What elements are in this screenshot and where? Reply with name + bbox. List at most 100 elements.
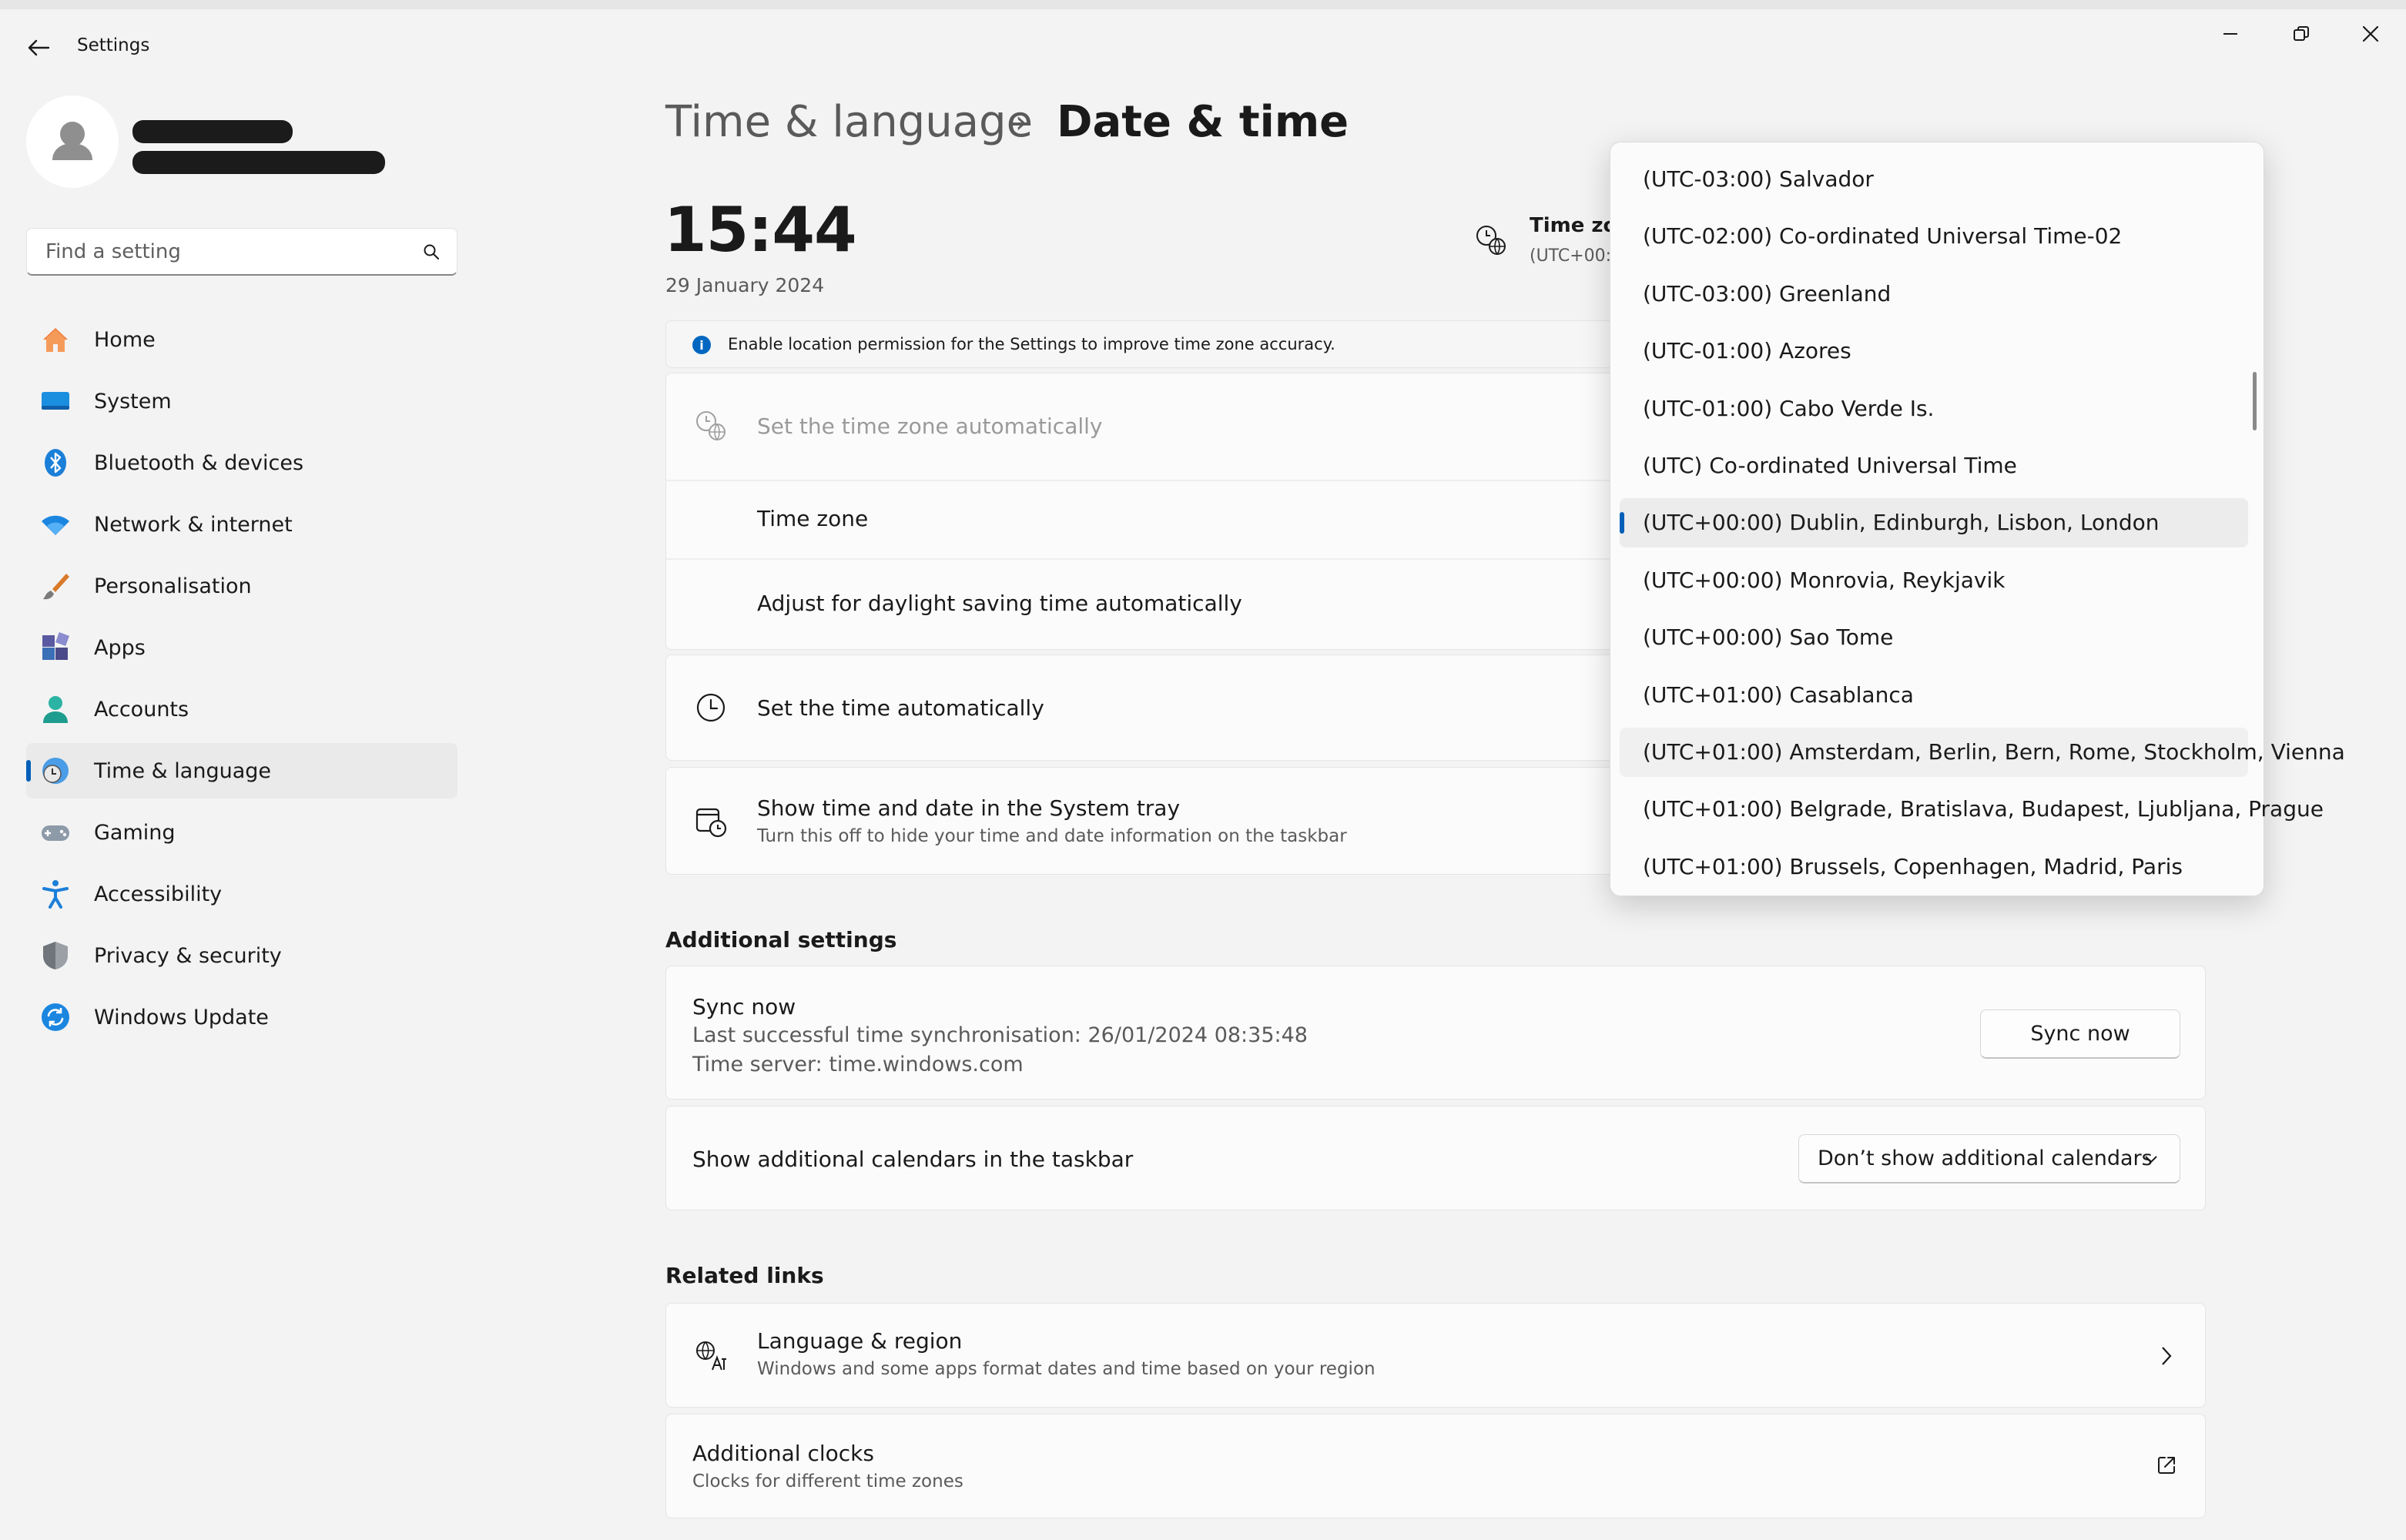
timezone-option-label: (UTC+00:00) Sao Tome: [1643, 624, 1894, 651]
nav-privacy[interactable]: Privacy & security: [26, 928, 457, 983]
timezone-option-label: (UTC+01:00) Brussels, Copenhagen, Madrid…: [1643, 853, 2183, 879]
search-box[interactable]: [26, 228, 457, 276]
nav-time-language[interactable]: Time & language: [26, 743, 457, 798]
timezone-option[interactable]: (UTC+01:00) Belgrade, Bratislava, Budape…: [1620, 785, 2324, 834]
nav-bluetooth-label: Bluetooth & devices: [94, 450, 304, 475]
nav-system[interactable]: System: [26, 373, 457, 429]
sync-title: Sync now: [692, 994, 796, 1019]
timezone-option[interactable]: (UTC-01:00) Cabo Verde Is.: [1620, 384, 2248, 434]
sync-now-button[interactable]: Sync now: [1980, 1009, 2180, 1059]
timezone-globe-icon: [1476, 226, 1506, 255]
search-icon[interactable]: [423, 243, 440, 260]
timezone-option[interactable]: (UTC+00:00) Dublin, Edinburgh, Lisbon, L…: [1620, 498, 2248, 548]
timezone-option[interactable]: (UTC-03:00) Greenland: [1620, 270, 2248, 319]
close-icon: [2362, 25, 2379, 42]
arrow-left-icon: [28, 39, 50, 56]
daylight-saving-label: Adjust for daylight saving time automati…: [757, 591, 1242, 616]
timezone-option-label: (UTC+01:00) Belgrade, Bratislava, Budape…: [1643, 796, 2324, 822]
window-title: Settings: [77, 35, 150, 55]
calendars-dropdown[interactable]: Don’t show additional calendars: [1798, 1134, 2180, 1183]
calendar-clock-icon: [695, 808, 727, 838]
selected-indicator: [1620, 512, 1624, 534]
home-icon: [43, 328, 68, 352]
timezone-option[interactable]: (UTC+01:00) Casablanca: [1620, 671, 2248, 720]
update-icon: [42, 1003, 69, 1031]
language-icon: [696, 1341, 726, 1371]
accessibility-icon: [42, 880, 69, 909]
related-links-heading: Related links: [665, 1263, 824, 1288]
breadcrumb-separator: ›: [1015, 105, 1027, 140]
nav-windows-update-label: Windows Update: [94, 1005, 269, 1029]
info-icon: i: [692, 336, 711, 354]
chevron-right-icon: [2162, 1347, 2172, 1365]
timezone-option-label: (UTC-03:00) Greenland: [1643, 280, 1892, 306]
timezone-dropdown-list[interactable]: (UTC-03:00) Salvador (UTC-02:00) Co-ordin…: [1610, 142, 2345, 896]
restore-icon: [2294, 26, 2309, 41]
calendars-label: Show additional calendars in the taskbar: [692, 1147, 1134, 1172]
timezone-summary-value: (UTC+00:: [1530, 246, 1612, 266]
calendars-card: Show additional calendars in the taskbar…: [665, 1106, 2206, 1210]
window-top-strip: [0, 0, 2406, 9]
apps-icon: [42, 632, 69, 660]
timezone-option[interactable]: (UTC-03:00) Salvador: [1620, 155, 2248, 204]
avatar[interactable]: [26, 95, 119, 188]
nav-accessibility-label: Accessibility: [94, 882, 223, 906]
additional-clocks-link[interactable]: Additional clocks Clocks for different t…: [665, 1414, 2206, 1518]
system-icon: [42, 392, 69, 410]
calendars-dropdown-value: Don’t show additional calendars: [1818, 1147, 2153, 1170]
timezone-option[interactable]: (UTC+01:00) Amsterdam, Berlin, Bern, Rom…: [1620, 728, 2345, 777]
timezone-summary-label: Time zo: [1530, 214, 1617, 237]
timezone-option-label: (UTC-02:00) Co-ordinated Universal Time-…: [1643, 223, 2123, 249]
nav-bluetooth[interactable]: Bluetooth & devices: [26, 435, 457, 490]
accounts-icon: [43, 696, 68, 723]
nav-personalisation[interactable]: Personalisation: [26, 558, 457, 614]
nav-apps[interactable]: Apps: [26, 620, 457, 675]
nav-active-indicator: [26, 760, 31, 782]
time-language-icon: [42, 758, 69, 784]
timezone-option[interactable]: (UTC) Co-ordinated Universal Time: [1620, 441, 2248, 490]
timezone-option-label: (UTC+00:00) Monrovia, Reykjavik: [1643, 567, 2006, 593]
minimize-icon: [2223, 33, 2237, 35]
timezone-option[interactable]: (UTC+00:00) Sao Tome: [1620, 613, 2248, 662]
redacted-email: [132, 151, 385, 174]
close-button[interactable]: [2349, 15, 2392, 52]
nav-network-label: Network & internet: [94, 512, 293, 537]
timezone-option-label: (UTC+00:00) Dublin, Edinburgh, Lisbon, L…: [1643, 510, 2160, 536]
nav-accessibility[interactable]: Accessibility: [26, 866, 457, 922]
dropdown-scrollbar[interactable]: [2253, 372, 2257, 430]
sync-time-server: Time server: time.windows.com: [692, 1053, 1024, 1076]
nav-windows-update[interactable]: Windows Update: [26, 989, 457, 1045]
nav-accounts[interactable]: Accounts: [26, 681, 457, 737]
gamepad-icon: [42, 825, 69, 841]
search-input[interactable]: [44, 239, 423, 264]
nav-network[interactable]: Network & internet: [26, 497, 457, 552]
timezone-option-label: (UTC-03:00) Salvador: [1643, 166, 1874, 192]
nav-accounts-label: Accounts: [94, 697, 189, 721]
nav-apps-label: Apps: [94, 635, 146, 660]
nav-gaming-label: Gaming: [94, 820, 176, 845]
nav-home-label: Home: [94, 327, 156, 352]
language-region-link[interactable]: Language & region Windows and some apps …: [665, 1303, 2206, 1408]
additional-clocks-subtitle: Clocks for different time zones: [692, 1471, 963, 1491]
nav-personalisation-label: Personalisation: [94, 574, 252, 598]
timezone-option[interactable]: (UTC+01:00) Brussels, Copenhagen, Madrid…: [1620, 842, 2248, 892]
sync-last-time: Last successful time synchronisation: 26…: [692, 1023, 1308, 1047]
language-region-title: Language & region: [757, 1328, 963, 1354]
clock-icon: [696, 693, 725, 722]
info-banner-text: Enable location permission for the Setti…: [728, 335, 1335, 353]
nav-gaming[interactable]: Gaming: [26, 805, 457, 860]
nav-privacy-label: Privacy & security: [94, 943, 282, 968]
back-button[interactable]: [18, 32, 59, 63]
timezone-option[interactable]: (UTC-01:00) Azores: [1620, 326, 2248, 376]
timezone-option[interactable]: (UTC-02:00) Co-ordinated Universal Time-…: [1620, 212, 2248, 261]
timezone-option-label: (UTC-01:00) Azores: [1643, 338, 1851, 364]
nav-home[interactable]: Home: [26, 312, 457, 367]
auto-time-label: Set the time automatically: [757, 695, 1044, 721]
restore-button[interactable]: [2280, 15, 2323, 52]
breadcrumb-parent[interactable]: Time & language: [665, 97, 1033, 147]
timezone-option-label: (UTC+01:00) Amsterdam, Berlin, Bern, Rom…: [1643, 739, 2345, 765]
timezone-option[interactable]: (UTC+00:00) Monrovia, Reykjavik: [1620, 556, 2248, 605]
minimize-button[interactable]: [2209, 15, 2252, 52]
language-region-subtitle: Windows and some apps format dates and t…: [757, 1359, 1376, 1379]
system-tray-title: Show time and date in the System tray: [757, 795, 1181, 821]
